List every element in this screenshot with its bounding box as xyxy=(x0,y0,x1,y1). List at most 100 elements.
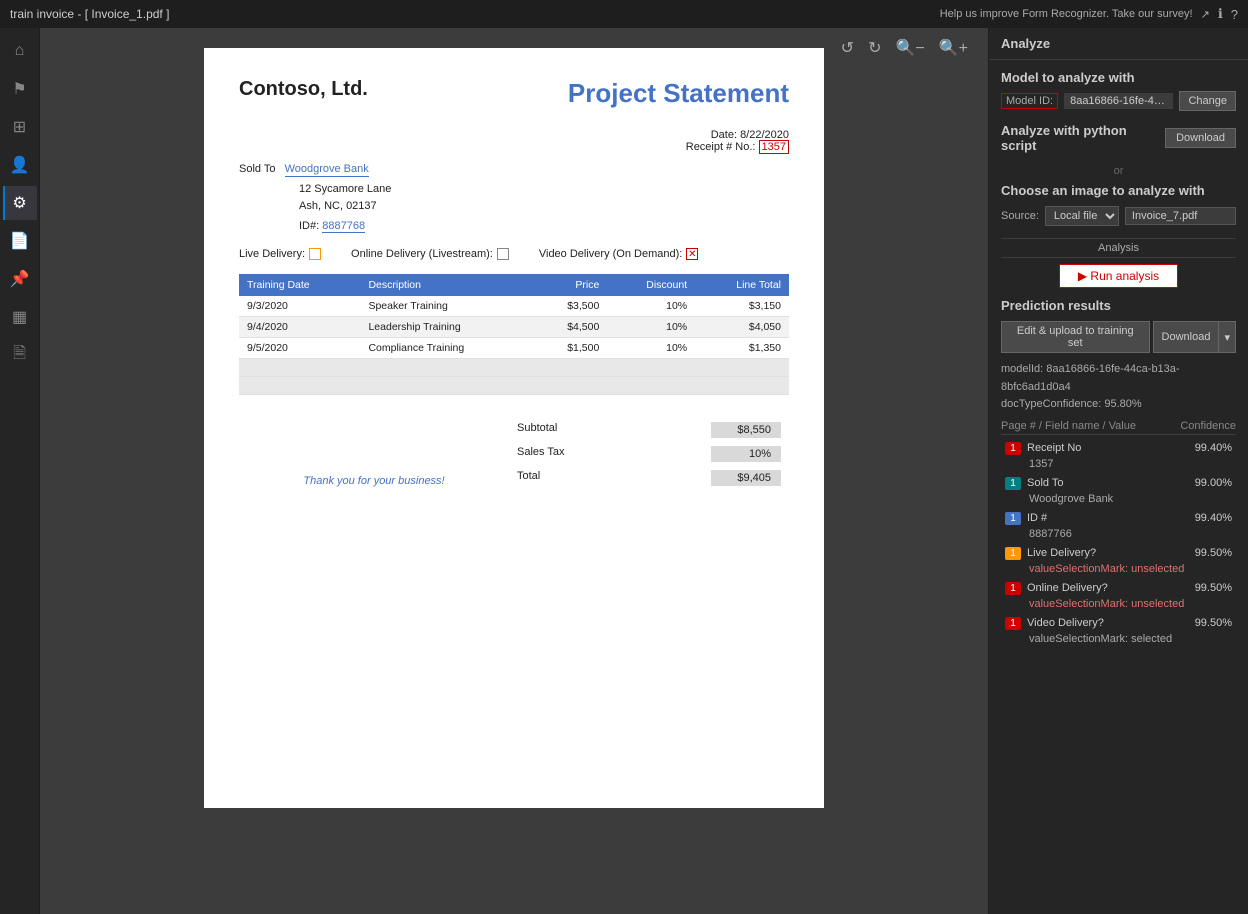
sidebar-icon-layout[interactable]: ⊞ xyxy=(3,110,37,144)
company-name: Contoso, Ltd. xyxy=(239,78,368,101)
tax-value: 10% xyxy=(711,446,781,462)
download-main-button[interactable]: Download xyxy=(1153,321,1220,353)
source-label: Source: xyxy=(1001,210,1039,222)
result-1-value: 1357 xyxy=(1001,458,1236,472)
sidebar-icon-home[interactable]: ⌂ xyxy=(3,34,37,68)
row2-desc: Leadership Training xyxy=(360,317,533,338)
model-section: Model to analyze with Model ID: 8aa16866… xyxy=(1001,70,1236,111)
sidebar-icon-settings[interactable]: ⚙ xyxy=(3,186,37,220)
row3-price: $1,500 xyxy=(533,338,607,359)
model-section-title: Model to analyze with xyxy=(1001,70,1236,85)
download-split-button: Download ▾ xyxy=(1153,321,1236,353)
invoice-document: Contoso, Ltd. Project Statement Date: 8/… xyxy=(204,48,824,808)
result-5-conf: 99.50% xyxy=(1195,582,1232,594)
subtotal-label: Subtotal xyxy=(517,422,557,438)
sidebar-icon-grid[interactable]: ▦ xyxy=(3,300,37,334)
online-delivery-label: Online Delivery (Livestream): xyxy=(351,248,493,260)
row1-desc: Speaker Training xyxy=(360,296,533,317)
totals-section: Subtotal $8,550 Sales Tax 10% Total $9,4… xyxy=(509,419,789,491)
result-5-value: valueSelectionMark: unselected xyxy=(1001,598,1236,612)
file-input-value[interactable]: Invoice_7.pdf xyxy=(1125,207,1236,225)
result-1-conf: 99.40% xyxy=(1195,442,1232,454)
redo-btn[interactable]: ↻ xyxy=(864,36,885,60)
result-6-field: Video Delivery? xyxy=(1027,617,1189,629)
result-row-1: 1 Receipt No 99.40% 1357 xyxy=(1001,439,1236,472)
window-title: train invoice - [ Invoice_1.pdf ] xyxy=(10,7,169,21)
result-5-badge: 1 xyxy=(1005,582,1021,595)
sidebar: ⌂ ⚑ ⊞ 👤 ⚙ 📄 📌 ▦ 🗎 xyxy=(0,28,40,914)
result-6-conf: 99.50% xyxy=(1195,617,1232,629)
zoom-in-btn[interactable]: 🔍+ xyxy=(935,36,972,60)
id-label: ID#: xyxy=(299,220,319,232)
sidebar-icon-person[interactable]: 👤 xyxy=(3,148,37,182)
invoice-title: Project Statement xyxy=(568,78,789,109)
table-row-empty xyxy=(239,377,789,395)
subtotal-row: Subtotal $8,550 xyxy=(509,419,789,441)
row1-total: $3,150 xyxy=(695,296,789,317)
sidebar-icon-pin[interactable]: 📌 xyxy=(3,262,37,296)
address-line1: 12 Sycamore Lane xyxy=(299,181,789,198)
result-row-2: 1 Sold To 99.00% Woodgrove Bank xyxy=(1001,474,1236,507)
viewer-toolbar: ↺ ↻ 🔍− 🔍+ xyxy=(837,36,972,60)
undo-btn[interactable]: ↺ xyxy=(837,36,858,60)
tax-label: Sales Tax xyxy=(517,446,565,462)
zoom-out-btn[interactable]: 🔍− xyxy=(891,36,928,60)
result-5-field: Online Delivery? xyxy=(1027,582,1189,594)
result-row-1-main[interactable]: 1 Receipt No 99.40% xyxy=(1001,439,1236,458)
source-select[interactable]: Local file xyxy=(1045,206,1119,226)
video-delivery-label: Video Delivery (On Demand): xyxy=(539,248,682,260)
row1-price: $3,500 xyxy=(533,296,607,317)
row3-discount: 10% xyxy=(607,338,695,359)
result-row-4: 1 Live Delivery? 99.50% valueSelectionMa… xyxy=(1001,544,1236,577)
download-caret-button[interactable]: ▾ xyxy=(1219,321,1236,353)
row3-desc: Compliance Training xyxy=(360,338,533,359)
table-row-empty xyxy=(239,359,789,377)
result-row-5-main[interactable]: 1 Online Delivery? 99.50% xyxy=(1001,579,1236,598)
document-viewer: ↺ ↻ 🔍− 🔍+ Contoso, Ltd. Project Statemen… xyxy=(40,28,988,914)
result-1-badge: 1 xyxy=(1005,442,1021,455)
right-panel: Analyze Model to analyze with Model ID: … xyxy=(988,28,1248,914)
page-field-header: Page # / Field name / Value xyxy=(1001,420,1136,432)
confidence-header: Confidence xyxy=(1180,420,1236,432)
survey-text: Help us improve Form Recognizer. Take ou… xyxy=(940,8,1193,20)
info-icon[interactable]: ℹ xyxy=(1218,6,1223,22)
source-row: Source: Local file Invoice_7.pdf xyxy=(1001,206,1236,226)
receipt-label: Receipt # No.: xyxy=(686,141,756,153)
or-divider: or xyxy=(1001,165,1236,177)
result-row-3-main[interactable]: 1 ID # 99.40% xyxy=(1001,509,1236,528)
sidebar-icon-flag[interactable]: ⚑ xyxy=(3,72,37,106)
model-id-row: Model ID: 8aa16866-16fe-44ca-b13a-8bfc6a… xyxy=(1001,91,1236,111)
prediction-section: Prediction results Edit & upload to trai… xyxy=(1001,298,1236,647)
edit-upload-button[interactable]: Edit & upload to training set xyxy=(1001,321,1150,353)
result-2-badge: 1 xyxy=(1005,477,1021,490)
conf-table-header: Page # / Field name / Value Confidence xyxy=(1001,418,1236,435)
python-section: Analyze with pythonscript Download xyxy=(1001,123,1236,153)
help-icon[interactable]: ? xyxy=(1231,7,1238,22)
panel-body: Model to analyze with Model ID: 8aa16866… xyxy=(989,60,1248,914)
model-info-conf-value: 95.80% xyxy=(1104,398,1141,410)
change-button[interactable]: Change xyxy=(1179,91,1236,111)
result-row-6-main[interactable]: 1 Video Delivery? 99.50% xyxy=(1001,614,1236,633)
result-4-value: valueSelectionMark: unselected xyxy=(1001,563,1236,577)
delivery-section: Live Delivery: Online Delivery (Livestre… xyxy=(239,248,789,260)
date-label: Date: xyxy=(711,129,737,141)
tax-row: Sales Tax 10% xyxy=(509,443,789,465)
result-row-4-main[interactable]: 1 Live Delivery? 99.50% xyxy=(1001,544,1236,563)
row3-total: $1,350 xyxy=(695,338,789,359)
prediction-title: Prediction results xyxy=(1001,298,1236,313)
run-analysis-button[interactable]: ▶ Run analysis xyxy=(1059,264,1178,288)
row2-total: $4,050 xyxy=(695,317,789,338)
analysis-label: Analysis xyxy=(1001,238,1236,258)
row2-date: 9/4/2020 xyxy=(239,317,360,338)
address-line2: Ash, NC, 02137 xyxy=(299,198,789,215)
model-info-conf-label: docTypeConfidence: xyxy=(1001,398,1104,410)
row1-date: 9/3/2020 xyxy=(239,296,360,317)
external-link-icon: ↗ xyxy=(1201,8,1210,21)
online-delivery-checkbox xyxy=(497,248,509,260)
result-row-2-main[interactable]: 1 Sold To 99.00% xyxy=(1001,474,1236,493)
col-price: Price xyxy=(533,274,607,296)
download-python-button[interactable]: Download xyxy=(1165,128,1236,148)
sidebar-icon-file[interactable]: 🗎 xyxy=(3,338,37,372)
sidebar-icon-document[interactable]: 📄 xyxy=(3,224,37,258)
col-desc: Description xyxy=(360,274,533,296)
